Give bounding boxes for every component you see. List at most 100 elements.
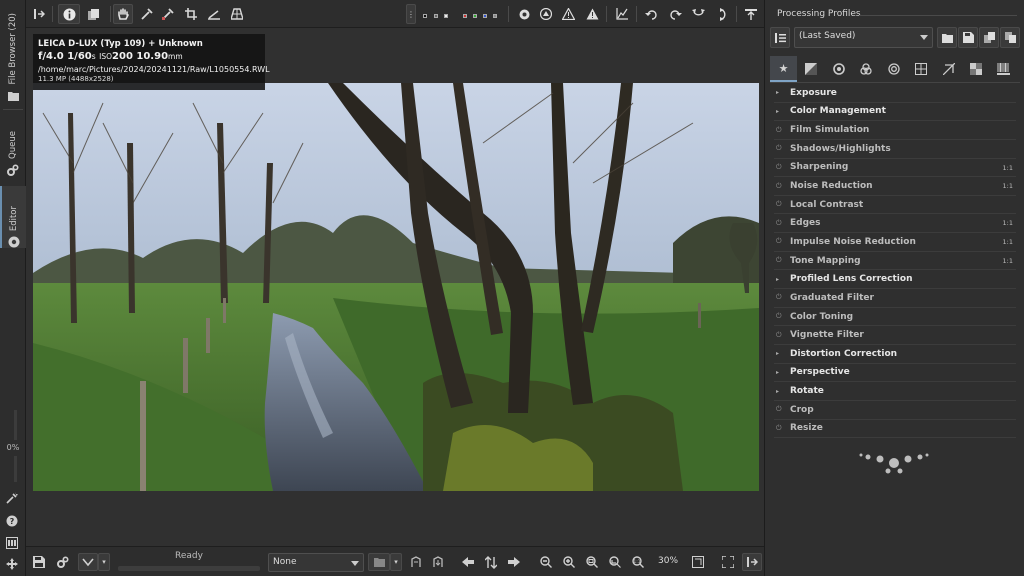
help-icon[interactable]: ? bbox=[6, 515, 18, 530]
tab-file-browser[interactable]: File Browser (20) bbox=[0, 6, 26, 102]
power-toggle-icon[interactable]: ⏻ bbox=[776, 126, 785, 135]
tool-row[interactable]: ⏻ Vignette Filter bbox=[774, 326, 1016, 345]
profile-select[interactable]: (Last Saved) bbox=[794, 27, 933, 48]
power-toggle-icon[interactable]: ⏻ bbox=[776, 331, 785, 340]
tab-raw[interactable] bbox=[963, 56, 990, 82]
history-scroll-track[interactable] bbox=[14, 410, 17, 440]
tab-local[interactable] bbox=[908, 56, 935, 82]
power-toggle-icon[interactable]: ⏻ bbox=[776, 219, 785, 228]
before-after-icon[interactable] bbox=[83, 4, 103, 24]
power-toggle-icon[interactable]: ⏻ bbox=[776, 182, 785, 191]
flip-vertical-icon[interactable] bbox=[712, 4, 730, 24]
power-toggle-icon[interactable]: ⏻ bbox=[776, 293, 785, 302]
rotate-left-icon[interactable] bbox=[642, 4, 660, 24]
move-arrows-icon[interactable] bbox=[6, 558, 18, 573]
power-toggle-icon[interactable]: ⏻ bbox=[776, 256, 785, 265]
luminance-swatch[interactable] bbox=[493, 14, 497, 18]
tool-row[interactable]: ⏻ Tone Mapping 1:1 bbox=[774, 252, 1016, 271]
copy-profile-icon[interactable] bbox=[408, 553, 424, 571]
power-toggle-icon[interactable]: ⏻ bbox=[776, 424, 785, 433]
load-profile-icon[interactable] bbox=[937, 27, 957, 48]
send-to-editor-icon[interactable] bbox=[78, 553, 98, 571]
rotate-right-icon[interactable] bbox=[666, 4, 684, 24]
hand-tool-icon[interactable] bbox=[113, 4, 133, 24]
tool-row[interactable]: ▸ Perspective bbox=[774, 364, 1016, 383]
image-preview-area[interactable]: LEICA D-LUX (Typ 109) + Unknown f/4.0 1/… bbox=[26, 28, 764, 546]
tool-row[interactable]: ⏻ Crop bbox=[774, 401, 1016, 420]
save-profile-icon[interactable] bbox=[958, 27, 978, 48]
tab-favorites[interactable]: ★ bbox=[770, 56, 797, 82]
focus-mask-icon[interactable] bbox=[516, 4, 532, 24]
power-toggle-icon[interactable]: ⏻ bbox=[776, 200, 785, 209]
expand-arrow-icon[interactable]: ▸ bbox=[776, 89, 785, 96]
tool-row[interactable]: ⏻ Film Simulation bbox=[774, 121, 1016, 140]
bg-black-swatch[interactable] bbox=[423, 14, 427, 18]
pipette-star-icon[interactable] bbox=[6, 492, 18, 507]
tab-color[interactable] bbox=[853, 56, 880, 82]
power-toggle-icon[interactable]: ⏻ bbox=[776, 237, 785, 246]
power-toggle-icon[interactable]: ⏻ bbox=[776, 312, 785, 321]
copy-profile-clipboard-icon[interactable] bbox=[979, 27, 999, 48]
highlight-clipping-warning-icon[interactable] bbox=[584, 4, 600, 24]
indicate-clipped-icon[interactable] bbox=[538, 4, 554, 24]
expand-arrow-icon[interactable]: ▸ bbox=[776, 388, 785, 395]
tool-row[interactable]: ⏻ Noise Reduction 1:1 bbox=[774, 177, 1016, 196]
perspective-tool-icon[interactable] bbox=[228, 4, 246, 24]
tool-row[interactable]: ▸ Profiled Lens Correction bbox=[774, 270, 1016, 290]
crop-tool-icon[interactable] bbox=[182, 4, 200, 24]
power-toggle-icon[interactable]: ⏻ bbox=[776, 144, 785, 153]
tool-row[interactable]: ▸ Color Management bbox=[774, 103, 1016, 122]
profile-list-icon[interactable] bbox=[770, 27, 790, 48]
info-icon[interactable] bbox=[58, 4, 80, 24]
tab-exposure[interactable] bbox=[798, 56, 825, 82]
tab-detail[interactable] bbox=[825, 56, 852, 82]
tab-editor[interactable]: Editor bbox=[0, 186, 26, 248]
expand-arrow-icon[interactable]: ▸ bbox=[776, 369, 785, 376]
tool-row[interactable]: ⏻ Resize bbox=[774, 420, 1016, 439]
power-toggle-icon[interactable]: ⏻ bbox=[776, 405, 785, 414]
paste-profile-clipboard-icon[interactable] bbox=[1000, 27, 1020, 48]
tool-row[interactable]: ⏻ Impulse Noise Reduction 1:1 bbox=[774, 233, 1016, 252]
tab-advanced[interactable] bbox=[880, 56, 907, 82]
blue-channel-swatch[interactable] bbox=[483, 14, 487, 18]
flip-horizontal-icon[interactable] bbox=[689, 4, 707, 24]
red-channel-swatch[interactable] bbox=[463, 14, 467, 18]
open-folder-icon[interactable] bbox=[368, 553, 390, 571]
tool-row[interactable]: ▸ Rotate bbox=[774, 382, 1016, 401]
external-editor-dropdown[interactable]: ▾ bbox=[98, 553, 110, 571]
zoom-in-icon[interactable] bbox=[561, 553, 577, 571]
output-profile-select[interactable]: None bbox=[268, 553, 364, 572]
histogram-icon[interactable] bbox=[614, 4, 630, 24]
zoom-fit-crop-icon[interactable] bbox=[607, 553, 623, 571]
straighten-tool-icon[interactable] bbox=[205, 4, 223, 24]
expand-arrow-icon[interactable]: ▸ bbox=[776, 350, 785, 357]
zoom-out-icon[interactable] bbox=[538, 553, 554, 571]
bg-grey-swatch[interactable] bbox=[434, 14, 438, 18]
tool-row[interactable]: ⏻ Color Toning bbox=[774, 308, 1016, 327]
green-channel-swatch[interactable] bbox=[473, 14, 477, 18]
expand-arrow-icon[interactable]: ▸ bbox=[776, 276, 785, 283]
sync-filmstrip-icon[interactable] bbox=[483, 553, 499, 571]
bg-white-swatch[interactable] bbox=[444, 14, 448, 18]
color-picker-icon[interactable] bbox=[159, 4, 177, 24]
background-color-dropdown[interactable]: ⋮ bbox=[406, 4, 416, 24]
hide-panels-icon[interactable] bbox=[742, 553, 762, 571]
bit-depth-icon[interactable] bbox=[6, 537, 18, 552]
tool-row[interactable]: ⏻ Sharpening 1:1 bbox=[774, 159, 1016, 178]
tab-queue[interactable]: Queue bbox=[0, 116, 26, 176]
tool-row[interactable]: ⏻ Local Contrast bbox=[774, 196, 1016, 215]
tool-row[interactable]: ▸ Distortion Correction bbox=[774, 345, 1016, 364]
paste-profile-icon[interactable] bbox=[430, 553, 446, 571]
power-toggle-icon[interactable]: ⏻ bbox=[776, 163, 785, 172]
photo-canvas[interactable] bbox=[33, 83, 759, 491]
hide-right-panel-icon[interactable] bbox=[742, 4, 760, 24]
next-image-icon[interactable] bbox=[506, 553, 522, 571]
tab-metadata[interactable] bbox=[990, 56, 1017, 82]
tool-row[interactable]: ▸ Exposure bbox=[774, 84, 1016, 103]
fullscreen-icon[interactable] bbox=[720, 553, 736, 571]
tool-row[interactable]: ⏻ Edges 1:1 bbox=[774, 214, 1016, 234]
save-image-icon[interactable] bbox=[31, 553, 47, 571]
tool-row[interactable]: ⏻ Shadows/Highlights bbox=[774, 140, 1016, 159]
new-detail-window-icon[interactable] bbox=[690, 553, 706, 571]
white-balance-picker-icon[interactable] bbox=[138, 4, 156, 24]
